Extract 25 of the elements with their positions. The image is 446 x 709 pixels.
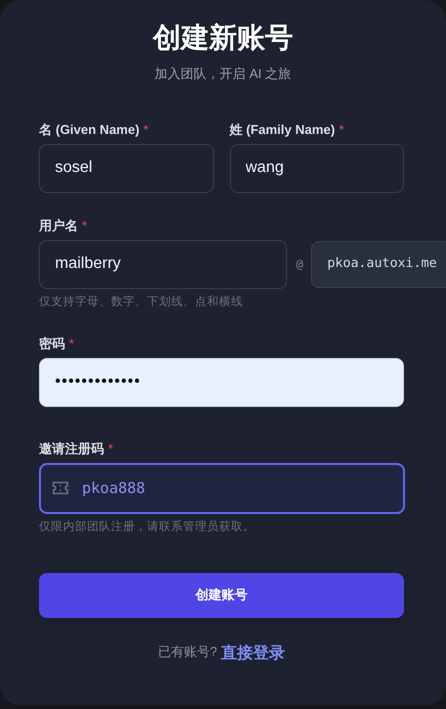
password-field[interactable]: ••••••••••••• bbox=[39, 358, 404, 406]
field-label: 姓 (Family Name) bbox=[230, 120, 335, 138]
invite-code-field[interactable]: pkoa888 bbox=[39, 462, 405, 514]
form-subtitle: 加入团队，开启 AI 之旅 bbox=[154, 65, 292, 83]
text-field[interactable]: sosel bbox=[39, 144, 214, 192]
domain-field: pkoa.autoxi.me bbox=[311, 240, 446, 288]
at-sign: @ bbox=[296, 256, 304, 273]
ticket-icon bbox=[52, 480, 69, 494]
login-link[interactable]: 直接登录 bbox=[221, 642, 286, 666]
field-label: 密码 bbox=[39, 334, 65, 352]
field-label: 用户名 bbox=[39, 216, 78, 234]
required-mark: * bbox=[338, 120, 344, 138]
username-field[interactable]: mailberry bbox=[39, 240, 287, 288]
form-title: 创建新账号 bbox=[152, 21, 294, 55]
required-mark: * bbox=[108, 440, 114, 458]
field-label: 邀请注册码 bbox=[39, 440, 104, 456]
text-field[interactable]: wang bbox=[230, 144, 404, 192]
field-hint: 仅限内部团队注册，请联系管理员获取。 bbox=[39, 519, 256, 534]
footer-text: 已有账号? bbox=[158, 642, 218, 660]
required-mark: * bbox=[82, 216, 88, 234]
required-mark: * bbox=[69, 334, 74, 352]
field-hint: 仅支持字母、数字、下划线、点和横线 bbox=[39, 294, 244, 310]
field-label: 名 (Given Name) bbox=[39, 120, 140, 138]
required-mark: * bbox=[143, 120, 148, 138]
create-account-button[interactable]: 创建账号 bbox=[39, 572, 404, 618]
